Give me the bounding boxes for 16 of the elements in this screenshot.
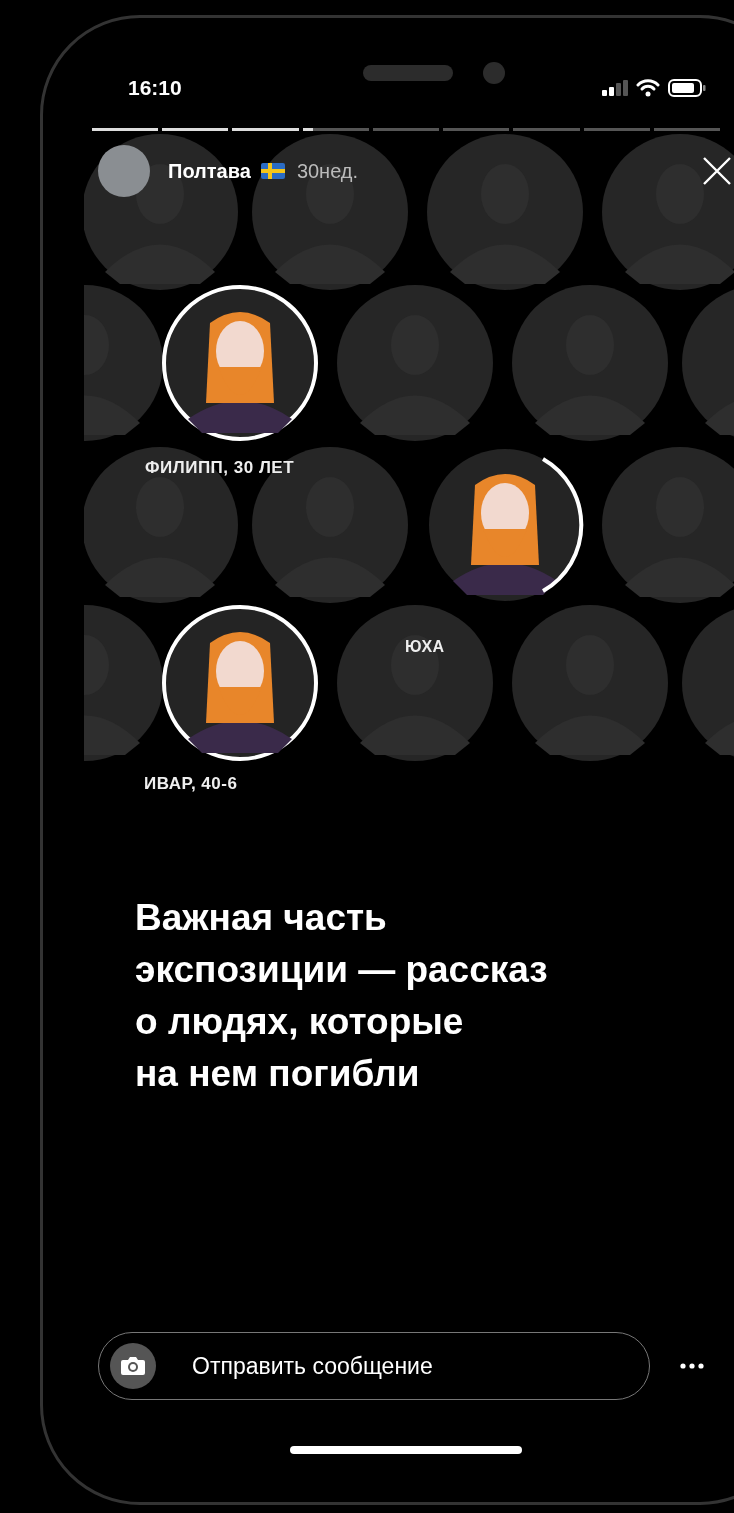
camera-icon[interactable] bbox=[110, 1343, 156, 1389]
account-name[interactable]: Полтава bbox=[168, 159, 251, 183]
flag-icon bbox=[260, 163, 285, 179]
close-icon[interactable] bbox=[702, 156, 732, 186]
more-icon[interactable] bbox=[680, 1363, 704, 1369]
portrait-caption: ИВАР, 40-6 bbox=[144, 774, 238, 794]
portrait-caption: ФИЛИПП, 30 ЛЕТ bbox=[145, 458, 295, 478]
message-input[interactable]: Отправить сообщение bbox=[192, 1352, 612, 1380]
portrait-caption: ЮХА bbox=[405, 638, 445, 656]
signal-icon bbox=[602, 80, 628, 96]
battery-icon bbox=[668, 79, 706, 97]
wifi-icon bbox=[636, 79, 660, 97]
post-age: 30нед. bbox=[296, 159, 359, 183]
story-caption: Важная часть экспозиции — рассказ о людях, которые на нем погибли bbox=[135, 896, 549, 1096]
status-time: 16:10 bbox=[128, 76, 182, 100]
camera-dot bbox=[483, 62, 505, 84]
